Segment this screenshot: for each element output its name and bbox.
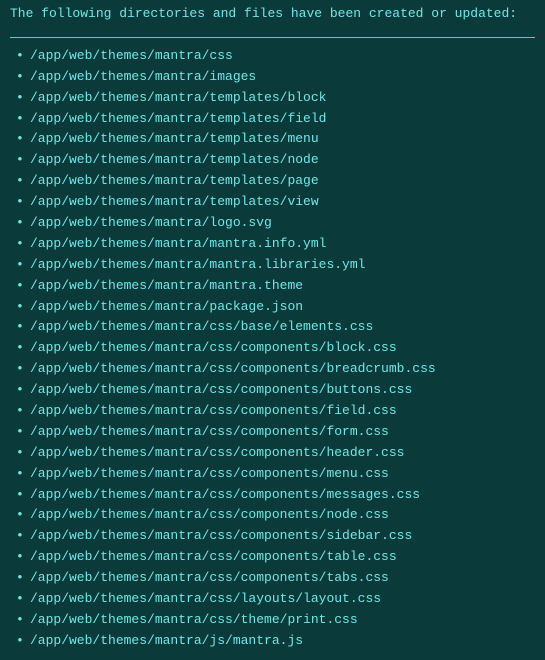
file-list-item: /app/web/themes/mantra/css/components/si…: [14, 528, 535, 545]
file-list-item: /app/web/themes/mantra/css/components/me…: [14, 487, 535, 504]
file-list-item: /app/web/themes/mantra/mantra.info.yml: [14, 236, 535, 253]
file-list-item: /app/web/themes/mantra/css/components/no…: [14, 507, 535, 524]
file-list-item: /app/web/themes/mantra/images: [14, 69, 535, 86]
file-list: /app/web/themes/mantra/css/app/web/theme…: [10, 48, 535, 650]
file-list-item: /app/web/themes/mantra/templates/menu: [14, 131, 535, 148]
file-list-item: /app/web/themes/mantra/css/components/bl…: [14, 340, 535, 357]
file-list-item: /app/web/themes/mantra/css/components/fo…: [14, 424, 535, 441]
file-list-item: /app/web/themes/mantra/css/components/ta…: [14, 549, 535, 566]
file-list-item: /app/web/themes/mantra/css/components/br…: [14, 361, 535, 378]
file-list-item: /app/web/themes/mantra/logo.svg: [14, 215, 535, 232]
file-list-item: /app/web/themes/mantra/css/layouts/layou…: [14, 591, 535, 608]
file-list-item: /app/web/themes/mantra/package.json: [14, 299, 535, 316]
file-list-item: /app/web/themes/mantra/css/components/he…: [14, 445, 535, 462]
header-separator: [10, 37, 535, 38]
file-list-item: /app/web/themes/mantra/templates/node: [14, 152, 535, 169]
file-list-item: /app/web/themes/mantra/css/components/bu…: [14, 382, 535, 399]
file-list-item: /app/web/themes/mantra/templates/field: [14, 111, 535, 128]
file-list-item: /app/web/themes/mantra/js/mantra.js: [14, 633, 535, 650]
file-list-item: /app/web/themes/mantra/templates/page: [14, 173, 535, 190]
file-list-item: /app/web/themes/mantra/css: [14, 48, 535, 65]
file-list-item: /app/web/themes/mantra/mantra.theme: [14, 278, 535, 295]
file-list-item: /app/web/themes/mantra/templates/view: [14, 194, 535, 211]
file-list-item: /app/web/themes/mantra/css/theme/print.c…: [14, 612, 535, 629]
header-message: The following directories and files have…: [10, 6, 535, 29]
file-list-item: /app/web/themes/mantra/templates/block: [14, 90, 535, 107]
file-list-item: /app/web/themes/mantra/mantra.libraries.…: [14, 257, 535, 274]
file-list-item: /app/web/themes/mantra/css/base/elements…: [14, 319, 535, 336]
file-list-item: /app/web/themes/mantra/css/components/fi…: [14, 403, 535, 420]
file-list-item: /app/web/themes/mantra/css/components/me…: [14, 466, 535, 483]
file-list-item: /app/web/themes/mantra/css/components/ta…: [14, 570, 535, 587]
